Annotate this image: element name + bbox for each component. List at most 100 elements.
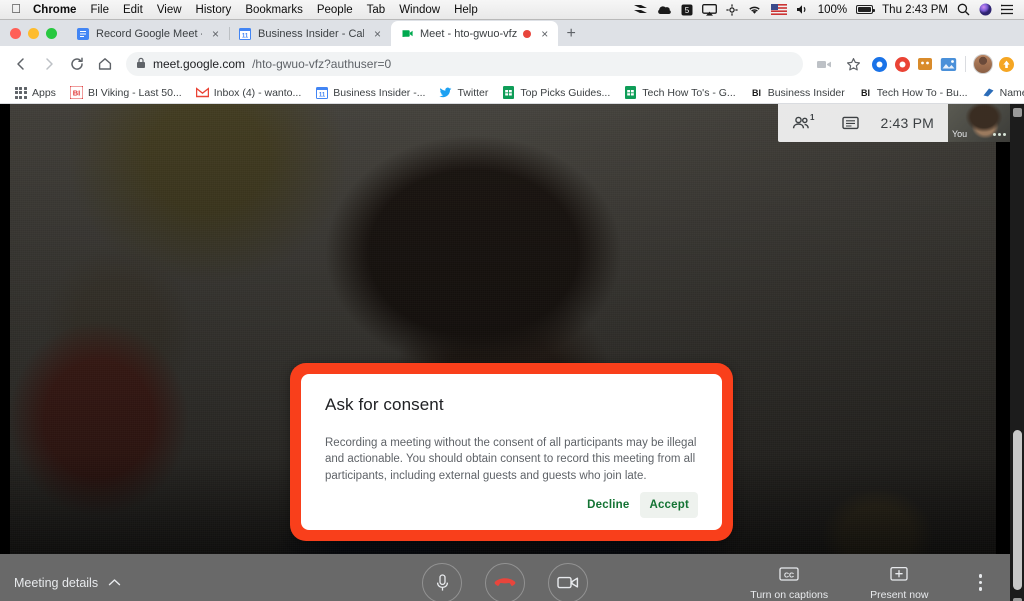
spotlight-search-icon[interactable] [957, 3, 970, 17]
camera-button[interactable] [548, 562, 588, 601]
menu-item-bookmarks[interactable]: Bookmarks [238, 4, 310, 16]
bookmarks-bar: Apps BI BI Viking - Last 50... Inbox (4)… [0, 82, 1024, 104]
volume-icon[interactable] [796, 3, 809, 17]
tab-close-button[interactable]: × [537, 26, 552, 41]
bookmark-business-insider[interactable]: BI Business Insider [743, 86, 852, 99]
orange-update-menu-icon[interactable] [996, 54, 1016, 74]
menu-item-history[interactable]: History [189, 4, 239, 16]
bookmark-inbox[interactable]: Inbox (4) - wanto... [189, 86, 309, 99]
chevron-up-icon[interactable] [108, 576, 121, 590]
turn-on-captions-button[interactable]: CC Turn on captions [750, 565, 828, 601]
google-docs-icon [76, 27, 90, 41]
bookmark-twitter[interactable]: Twitter [432, 86, 495, 99]
dropbox-icon[interactable] [633, 3, 648, 17]
meet-right-controls: CC Turn on captions Present now [750, 565, 996, 601]
airplay-icon[interactable] [701, 3, 717, 17]
dialog-actions: Decline Accept [325, 492, 698, 518]
tab-title: Record Google Meet - Steven [96, 27, 202, 40]
bookmark-label: Twitter [457, 86, 489, 99]
google-sheets-icon [624, 86, 637, 99]
bookmark-tech-how-to-bu[interactable]: BI Tech How To - Bu... [852, 86, 975, 99]
google-calendar-icon: 11 [315, 86, 328, 99]
bookmark-namely[interactable]: Namely [975, 86, 1024, 99]
chrome-window: Record Google Meet - Steven × 11 Busines… [0, 20, 1024, 601]
page-scrollbar[interactable] [1010, 104, 1024, 601]
minimize-window-button[interactable] [28, 27, 39, 39]
new-tab-button[interactable]: + [558, 21, 584, 46]
video-letterbox-right [996, 104, 1010, 554]
back-arrow-icon[interactable] [8, 51, 34, 77]
bookmark-label: BI Viking - Last 50... [87, 86, 182, 99]
namely-icon [982, 86, 995, 99]
browser-tab-3-active[interactable]: Meet - hto-gwuo-vfz × [391, 21, 559, 46]
tab-recording-indicator-icon[interactable] [523, 29, 532, 38]
blue-circle-extension-icon[interactable] [869, 54, 889, 74]
more-options-icon[interactable] [993, 133, 1006, 136]
apple-menu-icon[interactable]:  [6, 2, 26, 17]
siri-icon[interactable] [979, 3, 992, 17]
scrollbar-up-arrow[interactable] [1013, 108, 1022, 117]
battery-icon[interactable] [856, 5, 876, 14]
end-call-button[interactable] [485, 562, 525, 601]
menu-item-tab[interactable]: Tab [360, 4, 393, 16]
microphone-button[interactable] [422, 562, 462, 601]
cast-video-icon[interactable] [811, 51, 837, 77]
menu-item-view[interactable]: View [150, 4, 189, 16]
participants-count-badge: 1 [810, 113, 815, 122]
omnibox-url-path: /hto-gwuo-vfz?authuser=0 [252, 57, 392, 71]
bookmark-top-picks-guides[interactable]: Top Picks Guides... [495, 86, 617, 99]
apps-grid-icon [14, 86, 27, 99]
us-flag-icon[interactable] [770, 3, 787, 17]
cloud-icon[interactable] [657, 3, 672, 17]
meeting-details-button[interactable]: Meeting details [14, 576, 121, 590]
menu-item-window[interactable]: Window [392, 4, 447, 16]
camera-icon [557, 576, 579, 589]
bookmark-business-insider-calendar[interactable]: 11 Business Insider -... [308, 86, 432, 99]
bookmark-tech-how-tos-g[interactable]: Tech How To's - G... [617, 86, 742, 99]
shield-icon[interactable]: 5 [681, 3, 693, 17]
participants-button[interactable]: 1 [778, 104, 826, 142]
more-options-vertical-icon[interactable] [971, 568, 991, 597]
close-window-button[interactable] [10, 27, 21, 39]
bookmark-label: Apps [32, 86, 56, 99]
tab-close-button[interactable]: × [370, 26, 385, 41]
menu-item-file[interactable]: File [83, 4, 116, 16]
crosshair-icon[interactable] [726, 3, 738, 17]
accept-button[interactable]: Accept [640, 492, 698, 518]
star-icon[interactable] [840, 51, 866, 77]
maximize-window-button[interactable] [46, 27, 57, 39]
menu-item-edit[interactable]: Edit [116, 4, 150, 16]
toolbar-right-actions [811, 51, 1016, 77]
present-now-button[interactable]: Present now [870, 565, 929, 601]
chat-button[interactable] [826, 104, 874, 142]
reload-icon[interactable] [64, 51, 90, 77]
profile-avatar-icon[interactable] [973, 54, 993, 74]
bookmark-apps[interactable]: Apps [7, 86, 63, 99]
decline-button[interactable]: Decline [578, 492, 638, 518]
lock-icon [136, 57, 146, 72]
red-circle-extension-icon[interactable] [892, 54, 912, 74]
self-view-thumbnail[interactable]: You [948, 104, 1010, 142]
bookmark-label: Business Insider -... [333, 86, 426, 99]
address-bar[interactable]: meet.google.com/hto-gwuo-vfz?authuser=0 [126, 52, 803, 76]
svg-text:5: 5 [685, 6, 690, 15]
menubar-clock[interactable]: Thu 2:43 PM [882, 4, 948, 16]
home-icon[interactable] [92, 51, 118, 77]
scrollbar-thumb[interactable] [1013, 430, 1022, 590]
menubar-status-area: 5 100% Thu 2:43 PM [633, 3, 1018, 17]
google-meet-page: 1 2:43 PM You Ask for consent Recording … [0, 104, 1024, 601]
forward-arrow-icon[interactable] [36, 51, 62, 77]
menu-item-people[interactable]: People [310, 4, 360, 16]
bookmark-bi-viking[interactable]: BI BI Viking - Last 50... [63, 86, 189, 99]
menu-item-chrome[interactable]: Chrome [26, 4, 83, 16]
orange-square-extension-icon[interactable] [915, 54, 935, 74]
browser-tab-2[interactable]: 11 Business Insider - Calendar - V × [229, 21, 391, 46]
meeting-details-label: Meeting details [14, 575, 99, 590]
browser-tab-1[interactable]: Record Google Meet - Steven × [67, 21, 229, 46]
notification-center-icon[interactable] [1001, 3, 1014, 17]
menu-item-help[interactable]: Help [447, 4, 485, 16]
wifi-icon[interactable] [747, 3, 762, 17]
tab-close-button[interactable]: × [208, 26, 223, 41]
tab-title: Business Insider - Calendar - V [258, 27, 364, 40]
blue-image-extension-icon[interactable] [938, 54, 958, 74]
